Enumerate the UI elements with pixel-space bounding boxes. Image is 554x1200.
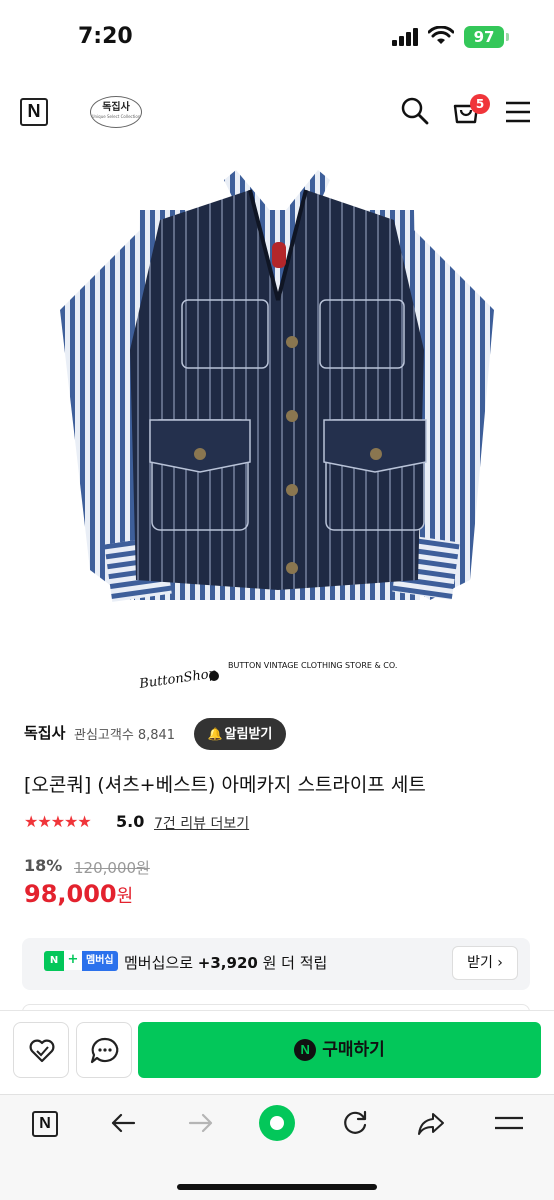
rating-stars: ★★★★★	[24, 812, 92, 831]
naver-home-logo[interactable]: N	[20, 98, 48, 126]
home-indicator[interactable]	[177, 1184, 377, 1190]
store-logo-text: 독집사	[102, 102, 130, 113]
buy-button[interactable]: N 구매하기	[138, 1022, 541, 1078]
cellular-signal-icon	[392, 28, 418, 50]
membership-benefit: N + 멤버십 멤버십으로 +3,920 원 더 적립 받기 ›	[22, 938, 530, 990]
image-caption-title: BUTTON VINTAGE CLOTHING STORE & CO.	[228, 661, 397, 670]
store-name[interactable]: 독집사	[24, 722, 65, 743]
store-logo[interactable]: 독집사 Unique Select Collection	[90, 96, 142, 128]
followers-count: 8,841	[137, 728, 176, 743]
heart-icon	[29, 1039, 55, 1063]
menu-icon[interactable]	[494, 1112, 524, 1138]
product-image[interactable]: ButtonShop BUTTON VINTAGE CLOTHING STORE…	[0, 150, 554, 700]
back-arrow-icon[interactable]	[108, 1108, 138, 1142]
store-followers: 관심고객수 8,841	[74, 724, 175, 743]
membership-text-prefix: 멤버십으로	[124, 954, 194, 972]
membership-badge: N + 멤버십	[44, 950, 118, 971]
menu-icon[interactable]	[505, 100, 531, 128]
membership-text: 멤버십으로 +3,920 원 더 적립	[124, 952, 327, 973]
chat-bubble-icon	[90, 1037, 119, 1064]
buy-button-label: 구매하기	[322, 1040, 385, 1060]
chevron-right-icon: ›	[497, 955, 503, 971]
sale-price-value: 98,000	[24, 880, 117, 908]
talk-button[interactable]	[76, 1022, 132, 1078]
search-icon[interactable]	[400, 96, 430, 130]
receive-button-label: 받기	[467, 955, 493, 971]
refresh-icon[interactable]	[340, 1108, 370, 1142]
forward-arrow-icon[interactable]	[186, 1108, 216, 1142]
membership-badge-label: 멤버십	[82, 951, 118, 971]
sale-price-currency: 원	[116, 886, 134, 907]
review-link[interactable]: 7건 리뷰 더보기	[154, 813, 249, 833]
rating-score: 5.0	[116, 812, 145, 831]
receive-button[interactable]: 받기 ›	[452, 946, 518, 980]
alarm-button[interactable]: 🔔 알림받기	[194, 718, 286, 750]
bell-plus-icon: 🔔	[207, 727, 223, 741]
status-time: 7:20	[78, 24, 133, 49]
cart-count-badge: 5	[470, 94, 490, 114]
wishlist-button[interactable]	[13, 1022, 69, 1078]
sale-price: 98,000원	[24, 880, 133, 908]
membership-text-suffix: 원 더 적립	[262, 954, 328, 972]
naver-pay-icon: N	[294, 1039, 317, 1061]
share-icon[interactable]	[416, 1108, 446, 1142]
image-caption-brand: ButtonShop	[137, 666, 218, 692]
discount-rate: 18%	[24, 856, 63, 875]
battery-charging-icon: 97	[464, 26, 504, 48]
battery-tip	[506, 33, 509, 41]
green-dot-icon[interactable]	[258, 1104, 296, 1146]
followers-label: 관심고객수	[74, 728, 134, 743]
plus-icon: +	[64, 950, 82, 970]
product-title: [오콘쿼] (셔츠+베스트) 아메카지 스트라이프 세트	[24, 774, 426, 796]
alarm-button-label: 알림받기	[224, 727, 273, 742]
wifi-icon	[427, 25, 455, 50]
status-bar: 7:20 97	[0, 0, 554, 72]
product-photo-illustration: ButtonShop BUTTON VINTAGE CLOTHING STORE…	[60, 170, 494, 692]
naver-home-icon[interactable]: N	[32, 1111, 58, 1137]
membership-points: +3,920	[197, 954, 258, 972]
original-price: 120,000원	[74, 859, 150, 877]
naver-n-badge: N	[44, 951, 64, 971]
store-logo-subtext: Unique Select Collection	[91, 114, 141, 119]
